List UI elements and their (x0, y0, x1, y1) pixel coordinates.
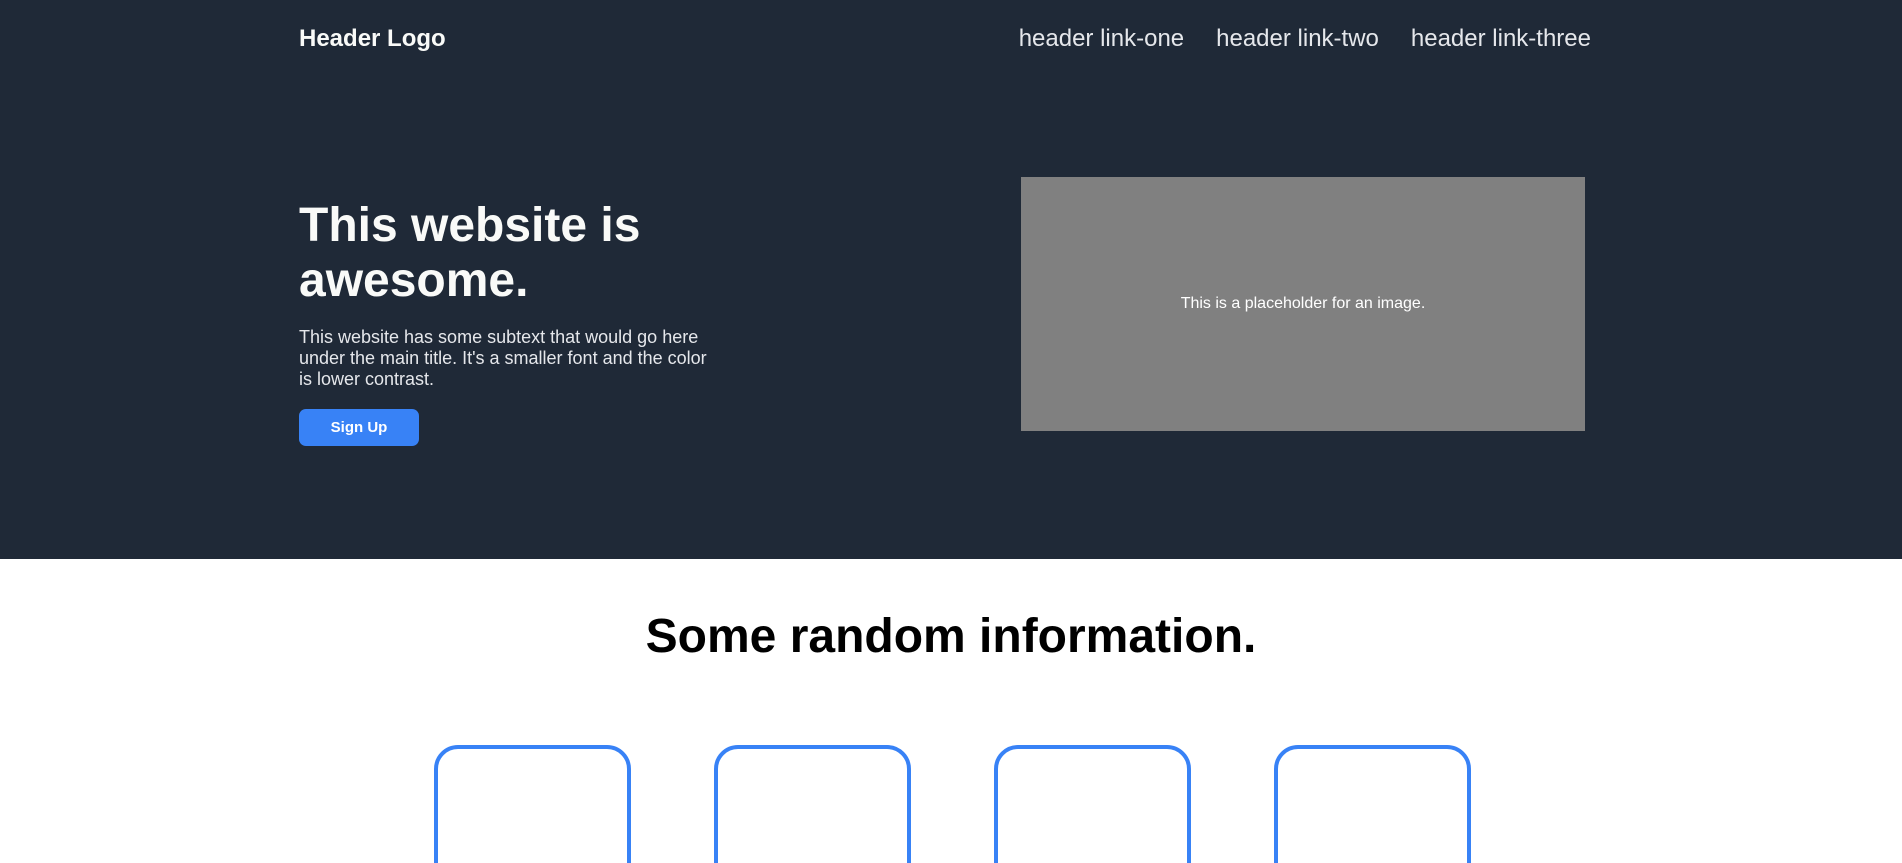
header-nav: header link-one header link-two header l… (1019, 24, 1591, 54)
header-logo[interactable]: Header Logo (299, 26, 446, 52)
header-link-three[interactable]: header link-three (1411, 24, 1591, 54)
info-card-4 (1274, 745, 1471, 863)
hero-text-block: This website is awesome. This website ha… (299, 198, 709, 446)
info-card-1 (434, 745, 631, 863)
info-section: Some random information. (0, 559, 1902, 863)
image-placeholder: This is a placeholder for an image. (1021, 177, 1585, 431)
info-title: Some random information. (645, 610, 1257, 663)
header-link-two[interactable]: header link-two (1216, 24, 1379, 54)
image-placeholder-text: This is a placeholder for an image. (1180, 295, 1426, 312)
hero-subtext: This website has some subtext that would… (299, 327, 707, 389)
hero-section: Header Logo header link-one header link-… (0, 0, 1902, 559)
info-card-2 (714, 745, 911, 863)
info-card-3 (994, 745, 1191, 863)
header-link-one[interactable]: header link-one (1019, 24, 1184, 54)
signup-button[interactable]: Sign Up (299, 409, 419, 446)
hero-title: This website is awesome. (299, 199, 641, 307)
